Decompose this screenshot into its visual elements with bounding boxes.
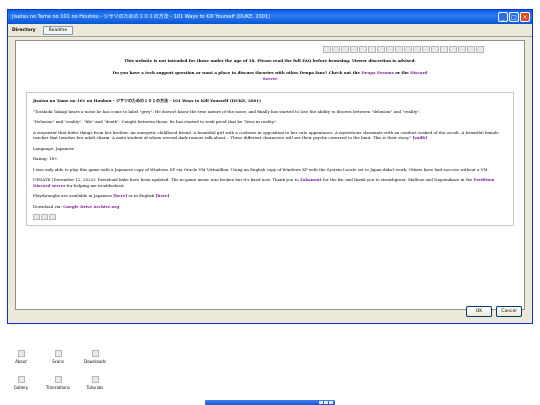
banner-image [323,46,331,53]
desktop-icon-label: About [15,359,27,364]
banner-image [413,46,421,53]
tray-icon[interactable] [319,401,323,404]
scans-icon [54,350,62,357]
banner-image [386,46,394,53]
banner-image [431,46,439,53]
synopsis-3: A stepsister that hides things from her … [33,129,499,141]
desktop-icon-translations[interactable]: Translations [43,376,73,390]
downloads-icon [91,350,99,357]
tray-icon[interactable] [329,401,333,404]
about-icon [17,350,25,357]
language: Language: Japanese [33,145,74,151]
close-button[interactable]: × [520,12,530,22]
japanese-playthrough-link[interactable]: [here] [113,193,127,198]
playthrough-end: . [169,193,171,198]
banner-images [16,41,524,53]
banner-image [422,46,430,53]
game-post: Jisatsu no Tame no 101 no Houhou - ジサツのた… [26,92,514,226]
playthrough-mid: or in English [127,193,156,198]
desktop-icon-label: Tutorials [86,385,104,390]
desktop-icon-downloads[interactable]: Downloads [80,350,110,364]
banner-image [458,46,466,53]
post-title: Jisatsu no Tame no 101 no Houhou - ジサツのた… [33,98,261,103]
desktop-icon-about[interactable]: About [6,350,36,364]
ok-button[interactable]: OK [466,306,492,317]
banner-image [449,46,457,53]
english-playthrough-link[interactable]: [here] [156,193,170,198]
tab-directory[interactable]: Directory [12,27,41,34]
app-window: Jisatsu no Tame no 101 no Houhou - ジサツのた… [7,9,533,324]
maximize-button[interactable]: □ [509,12,519,22]
desktop-icon-gallery[interactable]: Gallery [6,376,36,390]
window-title: Jisatsu no Tame no 101 no Houhou - ジサツのた… [12,14,271,20]
forum-link[interactable]: Denpa Forums [361,70,394,75]
download-text: Download via: [33,203,64,209]
tray-icon[interactable] [324,401,328,404]
banner-image [341,46,349,53]
desktop-icon-label: Gallery [13,385,29,390]
update-text-mid: for the fix, and thank you to strawbgrea… [321,177,474,182]
link-image[interactable] [41,214,48,220]
link-image[interactable] [49,214,56,220]
banner-image [395,46,403,53]
desktop-icon-scans[interactable]: Scans [43,350,73,364]
minimize-button[interactable]: _ [498,12,508,22]
banner-image [368,46,376,53]
update-text-end: for helping me troubleshoot. [65,182,125,188]
zakamutt-link[interactable]: Zakamutt [300,177,322,182]
desktop-icon-label: Scans [52,359,64,364]
banner-image [377,46,385,53]
rating: Rating: 18+ [33,156,58,161]
playthrough-text: Playthroughs are available in Japanese [33,193,114,198]
notice-line-2: Do you have a tech support question or w… [112,70,362,75]
gallery-icon [17,376,25,383]
download-link[interactable]: Google Drive Archive.org [63,204,119,209]
vndb-link[interactable]: [vndb] [412,135,427,140]
discord-link[interactable]: Discord [410,70,427,75]
synopsis-1: "Tosshoki Takagi hears a noise he has co… [33,108,421,114]
tab-bar: Directory Readme [8,24,532,37]
banner-image [332,46,340,53]
tab-readme[interactable]: Readme [42,25,74,35]
taskbar[interactable] [205,400,335,405]
cancel-button[interactable]: Cancel [496,306,522,317]
link-images [33,214,507,220]
tutorials-icon [91,376,99,383]
banner-image [440,46,448,53]
desktop-icon-tutorials[interactable]: Tutorials [80,376,110,390]
banner-image [404,46,412,53]
discord-server-link[interactable]: Server [263,76,278,81]
banner-image [467,46,475,53]
notice-or: or the [393,70,411,75]
desktop-icon-label: Translations [46,385,70,390]
banner-image [359,46,367,53]
banner-image [476,46,484,53]
content-panel: This website is not intended for those u… [15,40,525,310]
banner-image [350,46,358,53]
desktop-icon-label: Downloads [84,359,106,364]
compat-note: I was only able to play this game with a… [33,166,489,172]
update-text: UPDATE (December 12, 2023): Download lin… [33,177,300,182]
translations-icon [54,376,62,383]
notice-line-1: This website is not intended for those u… [124,58,416,63]
synopsis-2: "Delusion" and "reality", "life" and "de… [33,119,278,124]
age-notice: This website is not intended for those u… [16,58,524,82]
title-bar[interactable]: Jisatsu no Tame no 101 no Houhou - ジサツのた… [8,10,532,24]
link-image[interactable] [33,214,40,220]
